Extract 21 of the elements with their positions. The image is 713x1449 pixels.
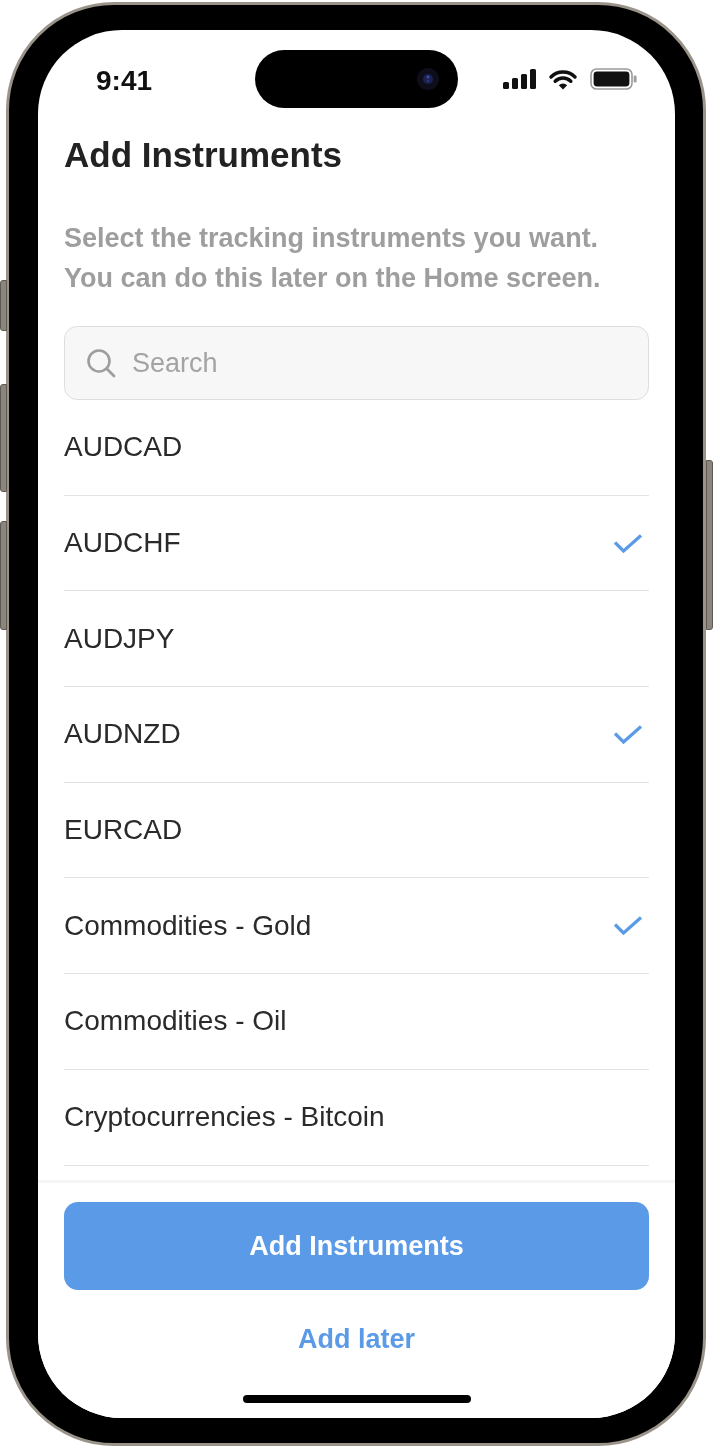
- instrument-row[interactable]: AUDJPY: [64, 591, 649, 688]
- search-icon: [86, 348, 116, 378]
- instrument-row[interactable]: EURCAD: [64, 782, 649, 879]
- side-button[interactable]: [0, 280, 7, 331]
- search-field[interactable]: Search: [64, 326, 649, 400]
- wifi-icon: [548, 68, 578, 90]
- instrument-row[interactable]: AUDNZD: [64, 687, 649, 783]
- instrument-row[interactable]: Commodities - Gold: [64, 878, 649, 975]
- signal-icon: [503, 69, 536, 89]
- instrument-row[interactable]: AUDCAD: [64, 400, 649, 496]
- side-button[interactable]: [706, 460, 713, 630]
- battery-icon: [590, 68, 637, 90]
- page-title: Add Instruments: [64, 134, 343, 176]
- camera-icon: [417, 68, 439, 90]
- page-subtitle: Select the tracking instruments you want. You can do this later on the Home screen.: [64, 222, 602, 295]
- side-button[interactable]: [0, 384, 7, 492]
- instrument-row[interactable]: AUDCHF: [64, 495, 649, 592]
- instrument-row[interactable]: Cryptocurrencies - Bitcoin: [64, 1069, 649, 1166]
- status-time: 9:41: [96, 64, 153, 98]
- side-button[interactable]: [0, 521, 7, 630]
- instrument-row[interactable]: Commodities - Oil: [64, 974, 649, 1070]
